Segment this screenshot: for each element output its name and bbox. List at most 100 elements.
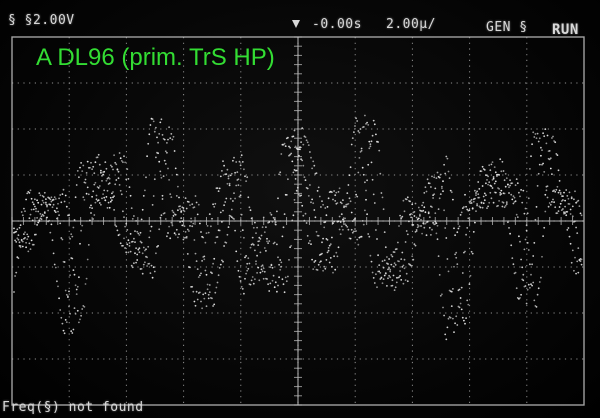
trace-sample	[521, 266, 524, 269]
trace-sample	[337, 191, 340, 193]
trace-sample	[118, 233, 121, 236]
trace-sample	[532, 255, 535, 257]
trace-sample	[358, 131, 361, 134]
trace-sample	[135, 247, 138, 250]
trace-sample	[388, 258, 390, 260]
trace-sample	[79, 318, 81, 321]
trace-sample	[161, 198, 164, 200]
trace-sample	[251, 276, 254, 278]
trace-sample	[260, 234, 263, 237]
trace-sample	[490, 185, 493, 188]
trace-sample	[525, 229, 528, 232]
trace-sample	[507, 183, 509, 186]
trace-sample	[318, 195, 321, 198]
trace-sample	[431, 228, 433, 231]
trace-sample	[217, 274, 220, 277]
trace-sample	[563, 191, 565, 194]
trace-sample	[172, 211, 175, 214]
trace-sample	[345, 205, 348, 208]
trace-sample	[235, 161, 238, 163]
trace-sample	[18, 226, 21, 229]
trace-sample	[337, 220, 340, 223]
trace-sample	[452, 288, 454, 290]
trace-sample	[382, 278, 385, 280]
trace-sample	[287, 275, 289, 278]
trace-sample	[357, 243, 360, 246]
trace-sample	[274, 221, 277, 224]
trace-sample	[578, 205, 581, 208]
trace-sample	[476, 203, 478, 205]
trace-sample	[483, 169, 486, 171]
trace-sample	[92, 218, 95, 220]
trace-sample	[452, 198, 454, 201]
trace-sample	[362, 126, 365, 128]
trace-sample	[556, 212, 559, 215]
trace-sample	[455, 256, 458, 259]
trace-sample	[64, 194, 67, 197]
trace-sample	[273, 241, 276, 244]
trace-sample	[74, 284, 77, 287]
trace-sample	[60, 201, 63, 204]
trace-sample	[149, 230, 152, 232]
trace-sample	[459, 297, 462, 299]
trace-sample	[18, 241, 21, 244]
trace-sample	[537, 287, 540, 290]
trace-sample	[290, 140, 293, 143]
trace-sample	[410, 264, 412, 267]
trace-sample	[454, 253, 456, 256]
trace-sample	[293, 129, 296, 132]
trace-sample	[206, 225, 209, 227]
trace-sample	[30, 197, 33, 200]
trace-sample	[580, 258, 583, 261]
trace-sample	[383, 274, 386, 277]
trace-sample	[534, 218, 537, 221]
trace-sample	[351, 137, 354, 140]
trace-sample	[533, 242, 536, 244]
trace-sample	[173, 150, 176, 152]
trace-sample	[226, 182, 229, 185]
trace-sample	[521, 278, 524, 281]
trace-sample	[31, 219, 34, 222]
trace-sample	[414, 202, 417, 205]
trace-sample	[328, 261, 331, 264]
trace-sample	[97, 199, 100, 202]
trace-sample	[13, 227, 15, 230]
trace-sample	[529, 286, 531, 289]
trace-sample	[142, 195, 145, 197]
trace-sample	[202, 236, 205, 239]
trace-sample	[24, 237, 26, 239]
trace-sample	[574, 256, 576, 259]
trace-sample	[322, 237, 324, 240]
trace-sample	[52, 252, 55, 255]
trace-sample	[142, 263, 145, 266]
trace-sample	[515, 178, 518, 181]
trace-sample	[195, 201, 198, 204]
trace-sample	[93, 183, 96, 186]
trace-sample	[433, 176, 436, 179]
trace-sample	[147, 142, 150, 145]
trace-sample	[469, 200, 472, 203]
trace-sample	[420, 225, 422, 227]
trace-sample	[86, 160, 89, 163]
trace-sample	[355, 230, 357, 232]
trace-sample	[412, 224, 415, 226]
trace-sample	[322, 203, 324, 206]
trace-sample	[194, 195, 197, 197]
trace-sample	[458, 306, 461, 309]
trace-sample	[486, 207, 488, 210]
trace-sample	[405, 230, 408, 232]
trace-sample	[376, 286, 378, 289]
trace-sample	[541, 149, 543, 152]
trace-sample	[406, 280, 409, 283]
trace-sample	[398, 276, 400, 279]
trace-sample	[556, 185, 559, 188]
trace-sample	[496, 173, 498, 176]
trace-sample	[127, 251, 130, 254]
trace-sample	[361, 166, 364, 169]
trace-sample	[222, 160, 224, 163]
trace-sample	[281, 278, 284, 281]
trace-sample	[424, 222, 427, 225]
trace-sample	[301, 204, 304, 207]
trace-sample	[157, 152, 160, 155]
trace-sample	[105, 179, 108, 182]
